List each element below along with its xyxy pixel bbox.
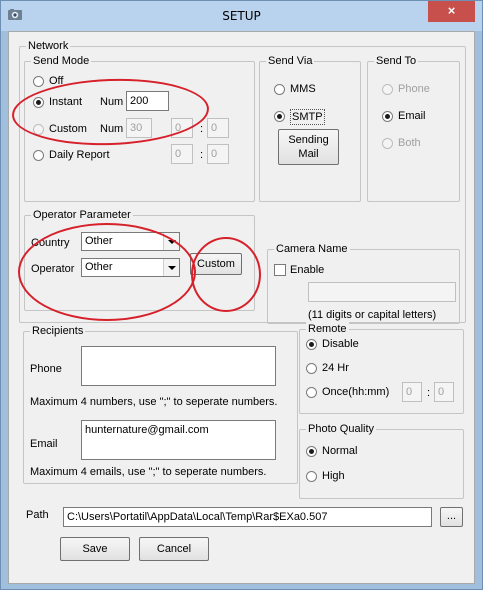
email-label: Email [30,438,58,450]
instant-num-label: Num [100,96,124,108]
custom-label: Custom [49,123,87,135]
custom-hour-input[interactable]: 0 [171,118,193,138]
window-title: SETUP [222,9,261,23]
email-target-label: Email [398,110,426,122]
quality-high-label: High [322,470,345,482]
phone-label: Phone [30,363,62,375]
setup-window: SETUP × Network Send Mode Off Instant Nu… [0,0,483,590]
photo-quality-group: Photo Quality Normal High [299,422,464,499]
remote-24hr-label: 24 Hr [322,362,349,374]
once-hour-input[interactable]: 0 [402,382,422,402]
phone-hint: Maximum 4 numbers, use ";" to seperate n… [30,396,278,408]
operator-value: Other [85,261,113,273]
email-textarea[interactable]: hunternature@gmail.com [81,420,276,460]
save-button[interactable]: Save [60,537,130,561]
phone-target-label: Phone [398,83,430,95]
recipients-group: Recipients Phone Maximum 4 numbers, use … [23,324,298,484]
country-value: Other [85,235,113,247]
chevron-down-icon[interactable] [163,233,179,250]
phone-radio[interactable] [382,84,393,95]
daily-colon: : [200,149,204,161]
off-label: Off [49,75,64,87]
send-via-group: Send Via MMS SMTP Sending Mail [259,54,361,202]
off-radio[interactable] [33,76,44,87]
operator-select[interactable]: Other [81,258,180,277]
photo-quality-legend: Photo Quality [306,422,377,436]
remote-24hr-radio[interactable] [306,363,317,374]
custom-colon: : [200,123,204,135]
dialog-body: Network Send Mode Off Instant Num 200 Cu… [8,31,475,584]
once-minute-input[interactable]: 0 [434,382,454,402]
custom-num-input[interactable]: 30 [126,118,152,138]
country-select[interactable]: Other [81,232,180,251]
mms-label: MMS [290,83,316,95]
remote-disable-label: Disable [322,338,359,350]
browse-button[interactable]: ... [440,507,463,527]
recipients-legend: Recipients [30,324,86,338]
remote-disable-radio[interactable] [306,339,317,350]
mms-radio[interactable] [274,84,285,95]
quality-normal-label: Normal [322,445,358,457]
daily-report-label: Daily Report [49,149,110,161]
remote-once-radio[interactable] [306,387,317,398]
path-input[interactable]: C:\Users\Portatil\AppData\Local\Temp\Rar… [63,507,432,527]
title-bar[interactable]: SETUP × [1,1,482,31]
email-hint: Maximum 4 emails, use ";" to seperate nu… [30,466,267,478]
network-legend: Network [26,39,71,53]
custom-radio[interactable] [33,124,44,135]
operator-parameter-legend: Operator Parameter [31,208,133,222]
send-to-legend: Send To [374,54,419,68]
instant-num-input[interactable]: 200 [126,91,169,111]
network-group: Network Send Mode Off Instant Num 200 Cu… [19,39,466,324]
daily-report-radio[interactable] [33,150,44,161]
once-colon: : [427,387,431,399]
both-target-label: Both [398,137,421,149]
cancel-button[interactable]: Cancel [139,537,209,561]
operator-label: Operator [31,263,75,275]
remote-group: Remote Disable 24 Hr Once(hh:mm) 0 : 0 [299,322,464,414]
send-mode-group: Send Mode Off Instant Num 200 Custom Num… [24,54,255,202]
custom-operator-button[interactable]: Custom [190,253,242,275]
sending-mail-line2: Mail [298,148,319,160]
send-via-legend: Send Via [266,54,315,68]
smtp-radio[interactable] [274,111,285,122]
camera-name-legend: Camera Name [274,242,350,256]
daily-hour-input[interactable]: 0 [171,144,193,164]
phone-textarea[interactable] [81,346,276,386]
remote-legend: Remote [306,322,349,336]
send-to-group: Send To Phone Email Both [367,54,460,202]
country-label: Country [31,237,70,249]
enable-label: Enable [290,264,325,276]
close-button[interactable]: × [428,1,475,22]
quality-high-radio[interactable] [306,471,317,482]
operator-parameter-group: Operator Parameter Country Other Operato… [24,208,255,311]
instant-label: Instant [49,96,83,108]
camera-name-input[interactable] [308,282,456,302]
daily-minute-input[interactable]: 0 [207,144,229,164]
instant-radio[interactable] [33,97,44,108]
custom-num-label: Num [100,123,124,135]
sending-mail-line1: Sending [288,134,329,146]
close-icon: × [447,3,456,18]
chevron-down-icon[interactable] [163,259,179,276]
quality-normal-radio[interactable] [306,446,317,457]
smtp-label: SMTP [290,109,325,125]
sending-mail-button[interactable]: Sending Mail [278,129,339,165]
send-mode-legend: Send Mode [31,54,92,68]
camera-name-hint: (11 digits or capital letters) [308,309,437,321]
custom-minute-input[interactable]: 0 [207,118,229,138]
both-radio[interactable] [382,138,393,149]
remote-once-label: Once(hh:mm) [322,386,390,398]
enable-checkbox[interactable] [274,264,286,276]
camera-name-group: Camera Name Enable (11 digits or capital… [267,242,460,324]
email-radio[interactable] [382,111,393,122]
path-label: Path [26,509,49,521]
